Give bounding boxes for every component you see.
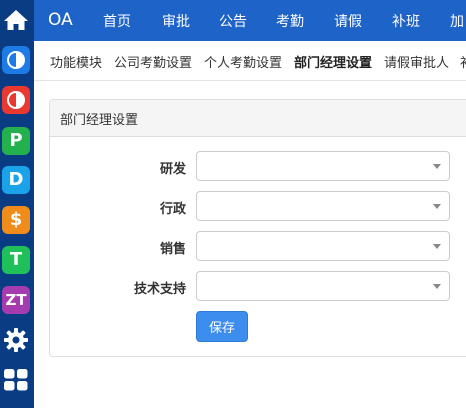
app-s-glyph: $ <box>9 209 23 230</box>
app-p-glyph: P <box>9 130 23 151</box>
app-d-icon[interactable]: D <box>2 166 30 194</box>
sales-manager-select[interactable] <box>196 231 450 261</box>
apps-grid-icon[interactable] <box>2 366 30 394</box>
app-rail: P D $ T ZT <box>0 0 34 408</box>
chevron-down-icon <box>433 244 441 249</box>
nav-item-leave[interactable]: 请假 <box>334 11 362 31</box>
field-label-tech-support: 技术支持 <box>133 282 186 297</box>
chevron-down-icon <box>433 164 441 169</box>
nav-item-makeup-shift[interactable]: 补班 <box>392 11 420 31</box>
app-t-icon[interactable]: T <box>2 246 30 274</box>
app-c-icon[interactable] <box>2 46 30 74</box>
app-d-glyph: D <box>8 169 24 190</box>
rnd-manager-select[interactable] <box>196 151 450 181</box>
app-zt-icon[interactable]: ZT <box>2 286 30 314</box>
field-label-rnd: 研发 <box>159 162 186 177</box>
tab-leave-approver[interactable]: 请假审批人 <box>384 52 449 71</box>
tab-department-manager-settings[interactable]: 部门经理设置 <box>294 52 372 71</box>
chevron-down-icon <box>433 204 441 209</box>
app-zt-glyph: ZT <box>5 290 27 309</box>
tab-makeup-more[interactable]: 补 <box>460 52 466 71</box>
nav-item-announcement[interactable]: 公告 <box>219 11 247 31</box>
tech-support-manager-select[interactable] <box>196 271 450 301</box>
chevron-down-icon <box>433 284 441 289</box>
app-p-icon[interactable]: P <box>2 127 30 155</box>
app-o-icon[interactable] <box>2 86 30 114</box>
form-labels: 研发 行政 销售 技术支持 <box>49 0 186 408</box>
nav-item-overtime[interactable]: 加 <box>450 11 464 31</box>
field-label-sales: 销售 <box>159 242 186 257</box>
app-s-icon[interactable]: $ <box>2 206 30 234</box>
nav-item-attendance[interactable]: 考勤 <box>276 11 304 31</box>
home-icon[interactable] <box>2 6 30 34</box>
app-t-glyph: T <box>9 249 23 270</box>
admin-manager-select[interactable] <box>196 191 450 221</box>
field-label-admin: 行政 <box>159 202 186 217</box>
tab-personal-attendance-settings[interactable]: 个人考勤设置 <box>204 52 282 71</box>
gear-icon[interactable] <box>2 326 30 354</box>
save-button[interactable]: 保存 <box>196 311 248 342</box>
